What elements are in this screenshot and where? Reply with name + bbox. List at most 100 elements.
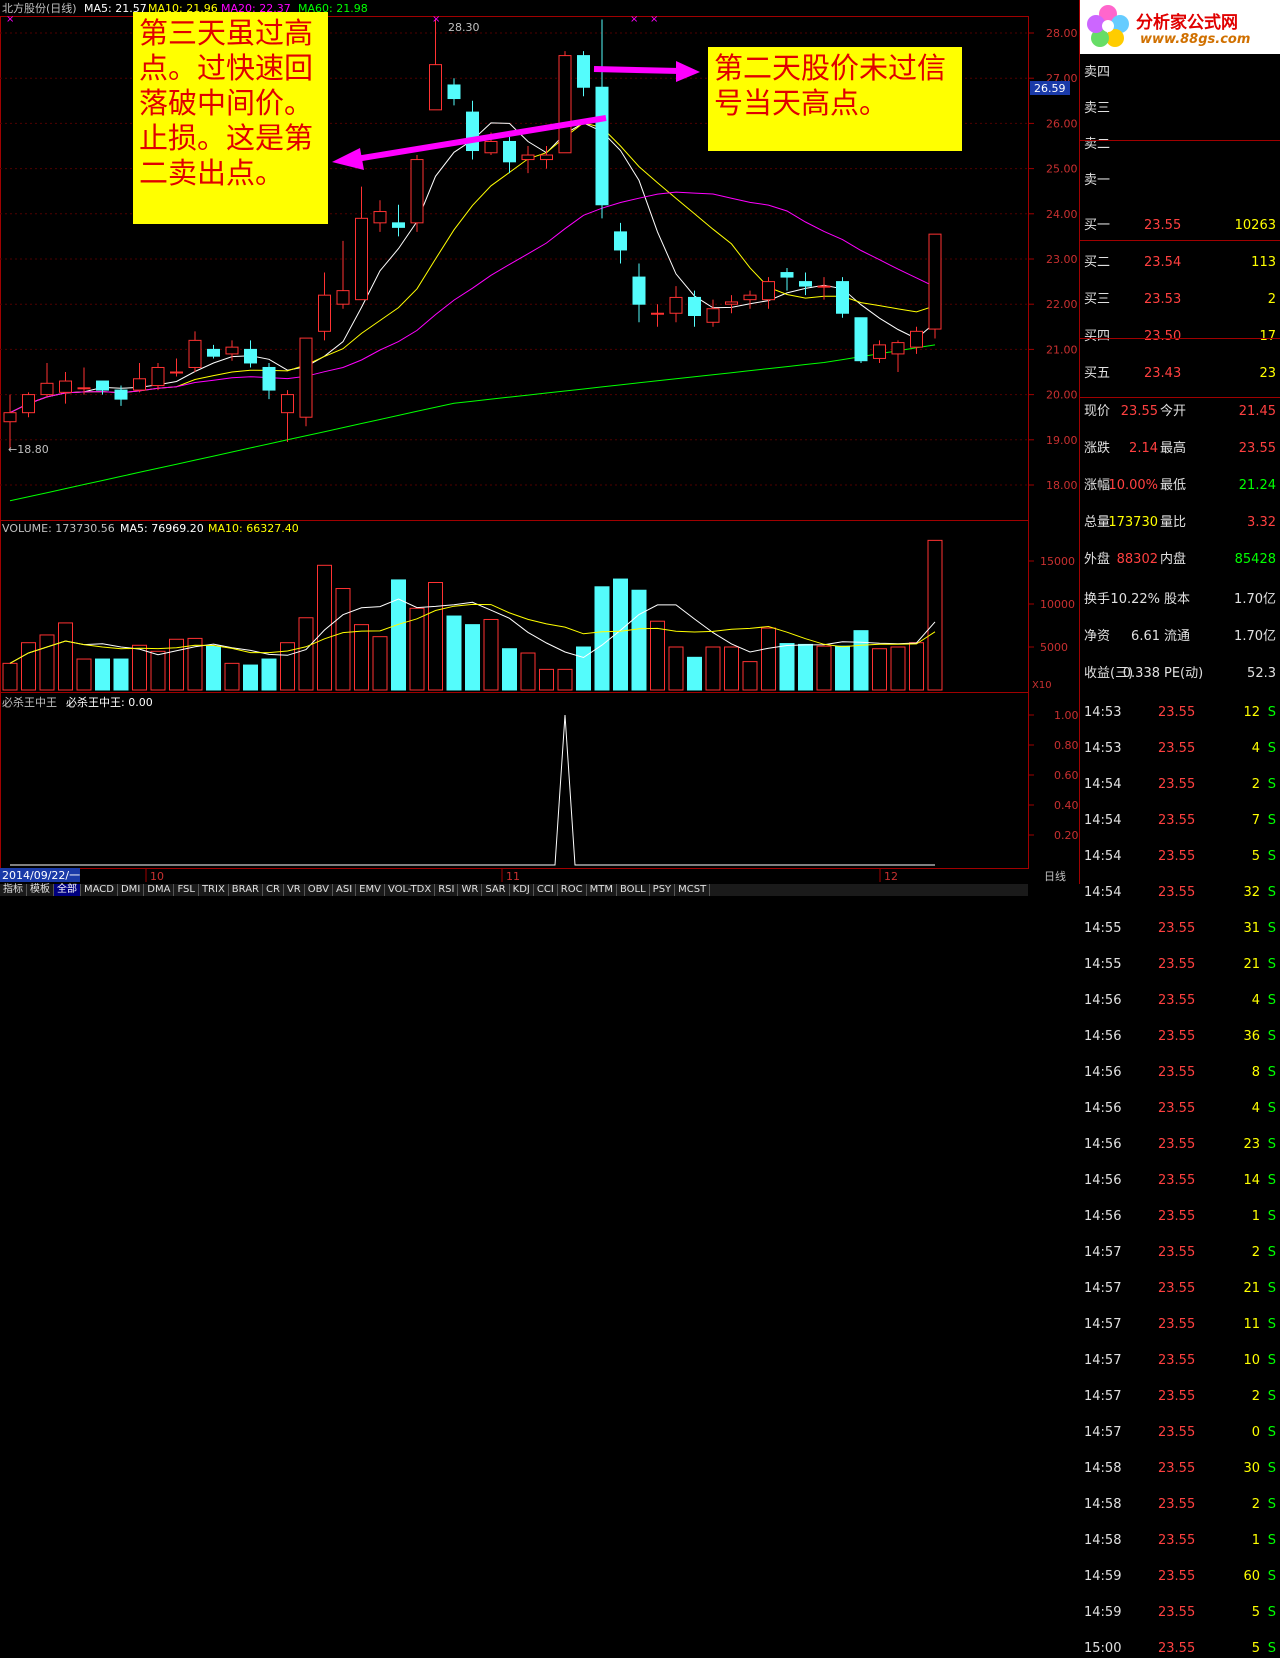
tick-direction: S [1267, 1461, 1276, 1476]
tick-price: 23.55 [1158, 813, 1196, 828]
tab-macd[interactable]: MACD [81, 884, 118, 896]
buy-level-label: 买五 [1084, 366, 1111, 381]
volume-bar-down [446, 615, 462, 691]
tick-time: 14:58 [1084, 1533, 1122, 1548]
candle-down [207, 348, 220, 357]
volume-bar-up [428, 582, 443, 691]
tick-price: 23.55 [1158, 957, 1196, 972]
tick-price: 23.55 [1158, 1497, 1196, 1512]
volume-ma5-label: MA5: 76969.20 [120, 522, 204, 535]
candle-down [503, 140, 516, 163]
volume-bar-up [317, 564, 332, 691]
tick-direction: S [1267, 741, 1276, 756]
ticks-divider [1080, 397, 1280, 398]
volume-bar-up [150, 650, 166, 691]
tick-time: 14:57 [1084, 1353, 1122, 1368]
tab-vol-tdx[interactable]: VOL-TDX [385, 884, 436, 896]
candle-down [96, 380, 109, 391]
volume-bar-down [113, 658, 129, 691]
tick-volume: 1 [1251, 1209, 1260, 1224]
volume-bar-up [2, 662, 18, 691]
tab-dmi[interactable]: DMI [118, 884, 145, 896]
quote-value: 88302 [1116, 552, 1158, 567]
candle-down [836, 281, 849, 314]
tick-price: 23.55 [1158, 1137, 1196, 1152]
quote-label: 最低 [1160, 478, 1187, 493]
quote-label: 外盘 [1084, 552, 1111, 567]
tick-time: 15:00 [1084, 1641, 1122, 1656]
tick-row: 14:57 23.55 2 S [1080, 1244, 1280, 1262]
candle-up [725, 301, 738, 305]
tab-指标[interactable]: 指标 [0, 884, 27, 896]
stats-row: 换手 10.22% 股本 1.70亿 [1080, 591, 1280, 609]
candle-up [928, 233, 942, 330]
tick-time: 14:57 [1084, 1281, 1122, 1296]
tick-row: 14:56 23.55 1 S [1080, 1208, 1280, 1226]
tick-time: 14:57 [1084, 1389, 1122, 1404]
candle-up [521, 154, 535, 161]
volume-bar-up [650, 620, 665, 691]
tick-row: 14:54 23.55 32 S [1080, 884, 1280, 902]
tab-模板[interactable]: 模板 [27, 884, 54, 896]
tab-roc[interactable]: ROC [558, 884, 587, 896]
volume-bar-down [206, 645, 221, 691]
tick-price: 23.55 [1158, 705, 1196, 720]
tab-cci[interactable]: CCI [534, 884, 558, 896]
tick-volume: 0 [1251, 1425, 1260, 1440]
tick-time: 14:58 [1084, 1461, 1122, 1476]
tick-price: 23.55 [1158, 1641, 1196, 1656]
volume-bar-up [335, 588, 351, 691]
site-logo: 分析家公式网 www.88gs.com [1080, 0, 1280, 54]
tab-asi[interactable]: ASI [333, 884, 357, 896]
volume-bar-up [539, 668, 554, 691]
tick-row: 14:53 23.55 12 S [1080, 704, 1280, 722]
quote-value: 23.55 [1238, 441, 1276, 456]
tab-wr[interactable]: WR [458, 884, 483, 896]
tab-dma[interactable]: DMA [144, 884, 175, 896]
indicator-line [10, 714, 935, 866]
site-name: 分析家公式网 [1136, 13, 1238, 33]
buy-level-price: 23.53 [1144, 292, 1182, 307]
sell-level-row: 卖四 [1080, 64, 1280, 82]
tick-direction: S [1267, 1389, 1276, 1404]
tick-volume: 2 [1251, 1497, 1260, 1512]
buy-level-volume: 17 [1259, 329, 1276, 344]
tab-boll[interactable]: BOLL [617, 884, 650, 896]
tab-mcst[interactable]: MCST [675, 884, 711, 896]
tab-rsi[interactable]: RSI [435, 884, 459, 896]
tick-time: 14:54 [1084, 849, 1122, 864]
tick-time: 14:59 [1084, 1569, 1122, 1584]
tick-direction: S [1267, 1173, 1276, 1188]
tab-obv[interactable]: OBV [305, 884, 333, 896]
candle-up [762, 281, 775, 301]
tab-emv[interactable]: EMV [356, 884, 385, 896]
tab-全部[interactable]: 全部 [54, 884, 81, 896]
tab-cr[interactable]: CR [263, 884, 284, 896]
volume-bar-down [594, 586, 610, 691]
site-url: www.88gs.com [1140, 32, 1251, 47]
ma20-line [9, 191, 936, 414]
quote-row: 总量 173730 量比 3.32 [1080, 514, 1280, 532]
tick-row: 14:55 23.55 31 S [1080, 920, 1280, 938]
tick-volume: 31 [1243, 921, 1260, 936]
month-label: 12 [884, 870, 898, 883]
tab-mtm[interactable]: MTM [587, 884, 617, 896]
low-price-label: ←18.80 [8, 443, 49, 456]
quote-value: 23.55 [1120, 404, 1158, 419]
tab-psy[interactable]: PSY [650, 884, 676, 896]
tab-fsl[interactable]: FSL [174, 884, 199, 896]
tab-sar[interactable]: SAR [482, 884, 510, 896]
tab-vr[interactable]: VR [284, 884, 305, 896]
tick-direction: S [1267, 1029, 1276, 1044]
tick-volume: 5 [1251, 1641, 1260, 1656]
price-axis-label: 28.00 [1046, 27, 1078, 40]
stat-value: 1.70亿 [1234, 592, 1276, 607]
tick-row: 14:56 23.55 23 S [1080, 1136, 1280, 1154]
buy-level-price: 23.43 [1144, 366, 1182, 381]
tick-row: 14:57 23.55 10 S [1080, 1352, 1280, 1370]
volume-bar-up [76, 658, 92, 691]
tab-kdj[interactable]: KDJ [510, 884, 534, 896]
tab-brar[interactable]: BRAR [229, 884, 263, 896]
volume-bar-down [502, 648, 517, 691]
tab-trix[interactable]: TRIX [199, 884, 229, 896]
